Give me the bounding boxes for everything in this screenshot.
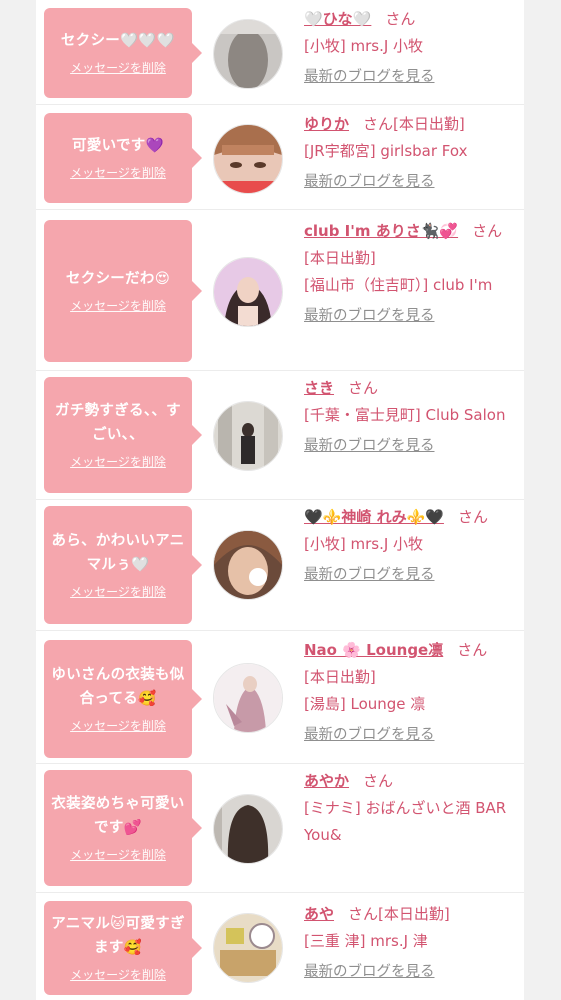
sender-info: 🤍ひな🤍 さん [小牧] mrs.J 小牧 最新のブログを見る xyxy=(304,6,516,91)
message-text: ゆいさんの衣装も似合ってる🥰 xyxy=(51,666,185,707)
list-item: 衣装姿めちゃ可愛いです💕 メッセージを削除 あやか さん [ミナミ] おばんざいと… xyxy=(36,764,524,893)
work-status: [本日出勤] xyxy=(378,905,450,923)
sender-info: club I'm ありさ🐈‍⬛💞 さん [本日出勤] [福山市（住吉町）] club… xyxy=(304,218,516,330)
honorific: さん xyxy=(363,115,394,133)
message-bubble: セクシー🤍🤍🤍 メッセージを削除 xyxy=(44,8,202,98)
message-bubble: アニマル🐱可愛すぎます🥰 メッセージを削除 xyxy=(44,901,202,995)
message-text: 可愛いです💜 xyxy=(72,137,164,154)
list-item: 可愛いです💜 メッセージを削除 ゆりか さん[本日出勤] [JR宇都宮] girl… xyxy=(36,105,524,210)
sender-info: さき さん [千葉・富士見町] Club Salon 最新のブログを見る xyxy=(304,375,516,460)
avatar[interactable] xyxy=(213,124,283,194)
work-status: [本日出勤] xyxy=(393,115,465,133)
shop-label: [千葉・富士見町] Club Salon xyxy=(304,406,506,424)
avatar-photo xyxy=(214,125,282,193)
message-bubble: 衣装姿めちゃ可愛いです💕 メッセージを削除 xyxy=(44,770,202,886)
delete-message-link[interactable]: メッセージを削除 xyxy=(70,453,166,470)
list-item: セクシー🤍🤍🤍 メッセージを削除 🤍ひな🤍 さん [小牧] mrs.J 小牧 最新… xyxy=(36,0,524,105)
latest-blog-link[interactable]: 最新のブログを見る xyxy=(304,64,435,91)
sender-info: あや さん[本日出勤] [三重 津] mrs.J 津 最新のブログを見る xyxy=(304,901,516,986)
message-bubble: セクシーだわ😍 メッセージを削除 xyxy=(44,220,202,362)
avatar-photo xyxy=(214,531,282,599)
list-item: セクシーだわ😍 メッセージを削除 club I'm ありさ🐈‍⬛💞 さん [本日出勤… xyxy=(36,210,524,371)
avatar[interactable] xyxy=(213,257,283,327)
message-text: あら、かわいいアニマルぅ🤍 xyxy=(51,532,185,573)
message-text: ガチ勢すぎる、、すごい、、 xyxy=(55,402,181,443)
avatar[interactable] xyxy=(213,401,283,471)
delete-message-link[interactable]: メッセージを削除 xyxy=(70,59,166,76)
honorific: さん xyxy=(457,508,488,526)
latest-blog-link[interactable]: 最新のブログを見る xyxy=(304,169,435,196)
latest-blog-link[interactable]: 最新のブログを見る xyxy=(304,562,435,589)
honorific: さん xyxy=(457,641,488,659)
sender-name-link[interactable]: さき xyxy=(304,379,334,397)
list-item: ゆいさんの衣装も似合ってる🥰 メッセージを削除 Nao 🌸 Lounge凛 さん … xyxy=(36,631,524,764)
list-item: アニマル🐱可愛すぎます🥰 メッセージを削除 あや さん[本日出勤] [三重 津] … xyxy=(36,893,524,1000)
avatar[interactable] xyxy=(213,794,283,864)
sender-name-link[interactable]: 🤍ひな🤍 xyxy=(304,10,371,28)
avatar-photo xyxy=(214,258,282,326)
sender-name-link[interactable]: Nao 🌸 Lounge凛 xyxy=(304,641,443,659)
work-status: [本日出勤] xyxy=(304,668,376,686)
sender-info: 🖤⚜️神崎 れみ⚜️🖤 さん [小牧] mrs.J 小牧 最新のブログを見る xyxy=(304,504,516,589)
latest-blog-link[interactable]: 最新のブログを見る xyxy=(304,959,435,986)
sender-name-link[interactable]: club I'm ありさ🐈‍⬛💞 xyxy=(304,222,458,240)
honorific: さん xyxy=(363,772,394,790)
sender-name-link[interactable]: あやか xyxy=(304,772,349,790)
delete-message-link[interactable]: メッセージを削除 xyxy=(70,164,166,181)
honorific: さん xyxy=(348,905,379,923)
shop-label: [小牧] mrs.J 小牧 xyxy=(304,535,424,553)
delete-message-link[interactable]: メッセージを削除 xyxy=(70,966,166,983)
message-bubble: あら、かわいいアニマルぅ🤍 メッセージを削除 xyxy=(44,506,202,624)
shop-label: [福山市（住吉町）] club I'm xyxy=(304,276,493,294)
honorific: さん xyxy=(385,10,416,28)
work-status: [本日出勤] xyxy=(304,249,376,267)
avatar[interactable] xyxy=(213,19,283,89)
sender-info: あやか さん [ミナミ] おばんざいと酒 BAR You& xyxy=(304,768,516,849)
avatar-photo xyxy=(214,914,282,982)
avatar-photo xyxy=(214,402,282,470)
honorific: さん xyxy=(472,222,503,240)
delete-message-link[interactable]: メッセージを削除 xyxy=(70,583,166,600)
sender-name-link[interactable]: ゆりか xyxy=(304,115,349,133)
message-bubble: 可愛いです💜 メッセージを削除 xyxy=(44,113,202,203)
avatar-photo xyxy=(214,795,282,863)
delete-message-link[interactable]: メッセージを削除 xyxy=(70,297,166,314)
message-text: セクシー🤍🤍🤍 xyxy=(60,32,176,49)
shop-label: [JR宇都宮] girlsbar Fox xyxy=(304,142,468,160)
message-text: アニマル🐱可愛すぎます🥰 xyxy=(51,915,185,956)
shop-label: [ミナミ] おばんざいと酒 BAR You& xyxy=(304,799,507,844)
message-bubble: ゆいさんの衣装も似合ってる🥰 メッセージを削除 xyxy=(44,640,202,758)
avatar[interactable] xyxy=(213,913,283,983)
latest-blog-link[interactable]: 最新のブログを見る xyxy=(304,722,435,749)
latest-blog-link[interactable]: 最新のブログを見る xyxy=(304,433,435,460)
sender-name-link[interactable]: あや xyxy=(304,905,334,923)
shop-label: [三重 津] mrs.J 津 xyxy=(304,932,428,950)
avatar-photo xyxy=(214,20,282,88)
avatar-photo xyxy=(214,664,282,732)
delete-message-link[interactable]: メッセージを削除 xyxy=(70,717,166,734)
list-item: ガチ勢すぎる、、すごい、、 メッセージを削除 さき さん [千葉・富士見町] Cl… xyxy=(36,371,524,500)
sender-info: ゆりか さん[本日出勤] [JR宇都宮] girlsbar Fox 最新のブログを… xyxy=(304,111,516,196)
shop-label: [小牧] mrs.J 小牧 xyxy=(304,37,424,55)
message-bubble: ガチ勢すぎる、、すごい、、 メッセージを削除 xyxy=(44,377,202,493)
sender-name-link[interactable]: 🖤⚜️神崎 れみ⚜️🖤 xyxy=(304,508,444,526)
shop-label: [湯島] Lounge 凛 xyxy=(304,695,426,713)
list-item: あら、かわいいアニマルぅ🤍 メッセージを削除 🖤⚜️神崎 れみ⚜️🖤 さん [小牧… xyxy=(36,500,524,631)
avatar[interactable] xyxy=(213,663,283,733)
delete-message-link[interactable]: メッセージを削除 xyxy=(70,846,166,863)
avatar[interactable] xyxy=(213,530,283,600)
message-text: セクシーだわ😍 xyxy=(65,270,171,287)
sender-info: Nao 🌸 Lounge凛 さん [本日出勤] [湯島] Lounge 凛 最新の… xyxy=(304,637,516,749)
honorific: さん xyxy=(348,379,379,397)
latest-blog-link[interactable]: 最新のブログを見る xyxy=(304,303,435,330)
message-list: セクシー🤍🤍🤍 メッセージを削除 🤍ひな🤍 さん [小牧] mrs.J 小牧 最新… xyxy=(36,0,524,1000)
message-text: 衣装姿めちゃ可愛いです💕 xyxy=(51,795,185,836)
